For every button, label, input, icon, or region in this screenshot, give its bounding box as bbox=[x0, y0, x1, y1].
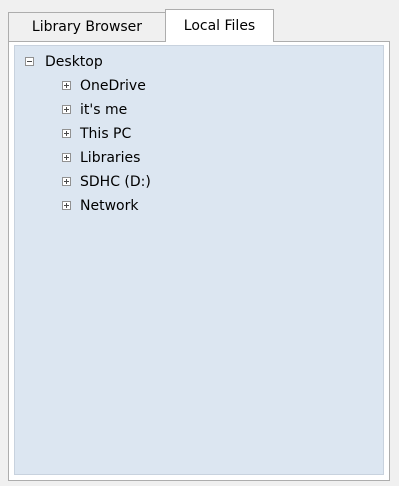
tree-node-label: OneDrive bbox=[80, 78, 146, 94]
expand-icon[interactable] bbox=[62, 105, 71, 114]
tree-node-label: Network bbox=[80, 198, 139, 214]
tab-library-browser[interactable]: Library Browser bbox=[8, 12, 166, 41]
expand-icon[interactable] bbox=[62, 177, 71, 186]
tab-local-files[interactable]: Local Files bbox=[165, 9, 274, 42]
tree-node-label: Desktop bbox=[45, 54, 103, 70]
file-browser-window: Library Browser Local Files Desktop OneD… bbox=[0, 0, 399, 486]
tab-strip: Library Browser Local Files bbox=[8, 9, 390, 42]
folder-tree[interactable]: Desktop OneDrive it's me This PC Librari… bbox=[14, 45, 384, 475]
tree-node-label: This PC bbox=[80, 126, 132, 142]
expand-icon[interactable] bbox=[62, 129, 71, 138]
tree-node-label: Libraries bbox=[80, 150, 141, 166]
expand-icon[interactable] bbox=[62, 81, 71, 90]
collapse-icon[interactable] bbox=[25, 57, 34, 66]
tree-node-label: SDHC (D:) bbox=[80, 174, 151, 190]
expand-icon[interactable] bbox=[62, 201, 71, 210]
expand-icon[interactable] bbox=[62, 153, 71, 162]
local-files-panel: Desktop OneDrive it's me This PC Librari… bbox=[8, 41, 390, 481]
tree-node-label: it's me bbox=[80, 102, 128, 118]
